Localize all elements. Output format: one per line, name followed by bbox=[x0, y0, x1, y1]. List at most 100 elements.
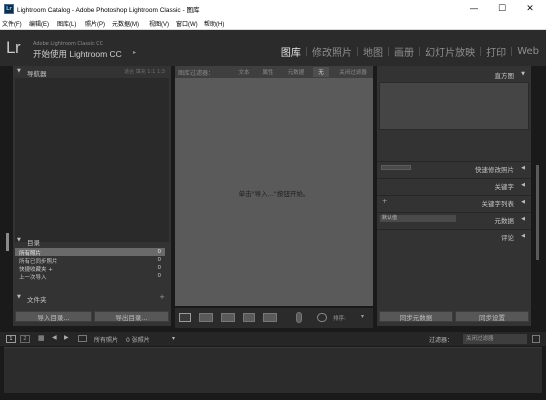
menu-view[interactable]: 视图(V) bbox=[149, 19, 169, 28]
identity-plate-subtitle: Adobe Lightroom Classic CC bbox=[33, 41, 104, 47]
menu-library[interactable]: 图库(L) bbox=[57, 19, 76, 28]
library-filter-bar: 图库过滤器： 文本 属性 元数据 无 关闭过滤器 bbox=[175, 66, 373, 78]
folders-header[interactable]: ▼ 文件夹 + bbox=[13, 293, 171, 304]
add-folder-icon[interactable]: + bbox=[159, 293, 165, 301]
catalog-item-count: 0 bbox=[157, 273, 162, 279]
filter-tab-none[interactable]: 无 bbox=[313, 67, 329, 77]
lightroom-logo: Lr bbox=[6, 38, 21, 57]
triangle-left-icon[interactable]: ◀ bbox=[521, 165, 525, 171]
menu-file[interactable]: 文件(F) bbox=[2, 19, 22, 28]
triangle-down-icon[interactable]: ▼ bbox=[521, 71, 525, 77]
sync-settings-button[interactable]: 同步设置 bbox=[455, 311, 529, 322]
catalog-title: 目录 bbox=[27, 239, 40, 247]
filmstrip[interactable] bbox=[4, 347, 542, 393]
quick-develop-title: 快速修改照片 bbox=[475, 166, 514, 174]
catalog-item-synced-photos[interactable]: 所有已同步照片 0 bbox=[15, 256, 165, 265]
filmstrip-photo-count: 0 张照片 bbox=[126, 337, 150, 344]
triangle-down-icon[interactable]: ▼ bbox=[17, 294, 21, 300]
right-panel-scrollbar[interactable] bbox=[536, 165, 539, 260]
filmstrip-filter-dropdown[interactable]: 关闭过滤器 bbox=[463, 334, 527, 344]
grid-icon[interactable]: ▦ bbox=[38, 334, 45, 342]
left-panel-scrollbar[interactable] bbox=[6, 233, 9, 251]
histogram-display bbox=[379, 82, 529, 130]
triangle-left-icon[interactable]: ◀ bbox=[521, 216, 525, 222]
keyword-list-header[interactable]: + 关键字列表 ◀ bbox=[377, 195, 531, 208]
menu-edit[interactable]: 编辑(E) bbox=[29, 19, 49, 28]
triangle-down-icon[interactable]: ▼ bbox=[17, 68, 21, 74]
catalog-item-quick-collection[interactable]: 快捷收藏夹 + 0 bbox=[15, 264, 165, 273]
filmstrip-view-icon[interactable] bbox=[78, 335, 87, 342]
main-window-button[interactable]: 1 bbox=[6, 335, 16, 343]
filmstrip-source[interactable]: 所有照片 bbox=[94, 335, 118, 344]
minimize-button[interactable]: — bbox=[460, 0, 488, 18]
metadata-preset-dropdown[interactable]: 默认值 bbox=[380, 215, 456, 222]
filmstrip-filter-label: 过滤器： bbox=[429, 337, 454, 344]
catalog-item-all-photos[interactable]: 所有照片 0 bbox=[15, 248, 165, 257]
catalog-item-count: 0 bbox=[157, 265, 162, 271]
keywording-header[interactable]: 关键字 ◀ bbox=[377, 178, 531, 191]
navigator-zoom-options[interactable]: 适合 填充 1:1 1:3 bbox=[124, 68, 165, 75]
navigator-preview bbox=[15, 78, 169, 242]
module-picker: 图库 | 修改照片 | 地图 | 画册 | 幻灯片放映 | 打印 | Web bbox=[278, 44, 542, 59]
sync-metadata-button[interactable]: 同步元数据 bbox=[379, 311, 453, 322]
module-library[interactable]: 图库 bbox=[278, 44, 304, 59]
chevron-down-icon[interactable]: ▾ bbox=[361, 313, 364, 320]
catalog-list: 所有照片 0 所有已同步照片 0 快捷收藏夹 + 0 上一次导入 0 bbox=[13, 248, 171, 281]
comments-header[interactable]: 评论 ◀ bbox=[377, 229, 531, 242]
arrow-right-icon[interactable]: ▶ bbox=[64, 334, 69, 341]
triangle-down-icon[interactable]: ▼ bbox=[17, 237, 21, 243]
module-slideshow[interactable]: 幻灯片放映 bbox=[422, 44, 478, 59]
filter-lock-icon[interactable] bbox=[532, 335, 540, 343]
filter-tab-attribute[interactable]: 属性 bbox=[257, 67, 279, 77]
navigator-title: 导航器 bbox=[27, 70, 47, 78]
module-book[interactable]: 画册 bbox=[391, 44, 417, 59]
loupe-view-icon[interactable] bbox=[199, 313, 213, 322]
triangle-right-icon[interactable]: ▸ bbox=[133, 49, 136, 56]
catalog-item-count: 0 bbox=[157, 249, 162, 255]
import-button[interactable]: 导入目录... bbox=[15, 311, 92, 322]
module-map[interactable]: 地图 bbox=[360, 44, 386, 59]
histogram-header[interactable]: 直方图 ▼ bbox=[377, 68, 531, 80]
get-started-link[interactable]: 开始使用 Lightroom CC bbox=[33, 48, 122, 60]
saved-preset-selector[interactable] bbox=[381, 165, 411, 170]
close-button[interactable]: ✕ bbox=[516, 0, 544, 18]
catalog-item-count: 0 bbox=[157, 257, 162, 263]
catalog-item-previous-import[interactable]: 上一次导入 0 bbox=[15, 272, 165, 281]
metadata-header[interactable]: 默认值 元数据 ◀ bbox=[377, 212, 531, 225]
filter-off-dropdown[interactable]: 关闭过滤器 bbox=[335, 67, 371, 77]
triangle-left-icon[interactable]: ◀ bbox=[521, 233, 525, 239]
menu-photo[interactable]: 照片(P) bbox=[85, 19, 105, 28]
grid-view[interactable]: 单击"导入..."按钮开始。 bbox=[175, 78, 373, 306]
filter-tab-text[interactable]: 文本 bbox=[233, 67, 255, 77]
menu-window[interactable]: 窗口(W) bbox=[176, 19, 198, 28]
grid-view-icon[interactable] bbox=[179, 313, 191, 322]
spray-can-icon[interactable] bbox=[296, 312, 302, 323]
arrow-left-icon[interactable]: ◀ bbox=[52, 334, 57, 341]
quick-develop-header[interactable]: 快速修改照片 ◀ bbox=[377, 161, 531, 174]
filter-tab-metadata[interactable]: 元数据 bbox=[281, 67, 311, 77]
window-titlebar: Lr Lightroom Catalog - Adobe Photoshop L… bbox=[0, 0, 546, 18]
library-toolbar: 排序: ▾ bbox=[175, 308, 373, 328]
folders-title: 文件夹 bbox=[27, 296, 47, 304]
navigator-header[interactable]: ▼ 导航器 适合 填充 1:1 1:3 bbox=[13, 67, 171, 78]
people-view-icon[interactable] bbox=[263, 313, 277, 322]
maximize-button[interactable]: ☐ bbox=[488, 0, 516, 18]
catalog-header[interactable]: ▼ 目录 bbox=[13, 236, 171, 247]
sort-label[interactable]: 排序: bbox=[333, 314, 346, 322]
library-filter-label: 图库过滤器： bbox=[178, 70, 215, 77]
sort-direction-icon[interactable] bbox=[317, 313, 327, 322]
menu-help[interactable]: 帮助(H) bbox=[204, 19, 224, 28]
menu-metadata[interactable]: 元数据(M) bbox=[112, 19, 139, 28]
chevron-down-icon[interactable]: ▾ bbox=[172, 335, 175, 342]
compare-view-icon[interactable] bbox=[221, 313, 235, 322]
triangle-left-icon[interactable]: ◀ bbox=[521, 182, 525, 188]
export-button[interactable]: 导出目录... bbox=[94, 311, 169, 322]
add-keyword-icon[interactable]: + bbox=[382, 197, 387, 205]
module-print[interactable]: 打印 bbox=[483, 44, 509, 59]
secondary-window-button[interactable]: 2 bbox=[20, 335, 30, 343]
triangle-left-icon[interactable]: ◀ bbox=[521, 199, 525, 205]
module-develop[interactable]: 修改照片 bbox=[309, 44, 355, 59]
catalog-item-name: 上一次导入 bbox=[19, 275, 47, 281]
survey-view-icon[interactable] bbox=[243, 313, 255, 322]
module-web[interactable]: Web bbox=[514, 46, 542, 57]
